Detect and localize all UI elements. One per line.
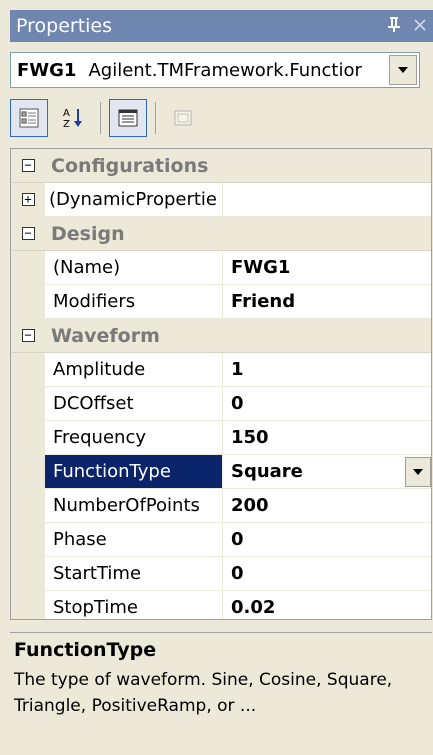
property-row-modifiers[interactable]: Modifiers Friend — [11, 285, 431, 319]
category-waveform[interactable]: − Waveform — [11, 319, 431, 353]
property-value[interactable]: 0 — [223, 557, 431, 590]
property-row-amplitude[interactable]: Amplitude 1 — [11, 353, 431, 387]
property-value-dropdown[interactable]: Square — [223, 455, 431, 488]
alphabetical-icon[interactable]: A Z — [54, 99, 92, 137]
close-icon[interactable] — [407, 16, 433, 37]
property-name: NumberOfPoints — [45, 489, 223, 522]
svg-text:A: A — [63, 108, 70, 119]
property-row-stoptime[interactable]: StopTime 0.02 — [11, 591, 431, 619]
property-name: Phase — [45, 523, 223, 556]
property-name: StopTime — [45, 591, 223, 619]
chevron-down-icon[interactable] — [405, 456, 431, 487]
property-row-starttime[interactable]: StartTime 0 — [11, 557, 431, 591]
property-name: Frequency — [45, 421, 223, 454]
property-value[interactable] — [223, 183, 431, 216]
property-value[interactable]: 0 — [223, 387, 431, 420]
categorized-icon[interactable] — [10, 99, 48, 137]
property-value[interactable]: 0.02 — [223, 591, 431, 619]
title-bar: Properties — [10, 10, 433, 42]
object-type: Agilent.TMFramework.Functior — [88, 59, 362, 81]
property-row-dynamic-properties[interactable]: + (DynamicPropertie — [11, 183, 431, 217]
description-title: FunctionType — [14, 639, 157, 661]
toolbar-separator — [100, 102, 101, 134]
property-name: StartTime — [45, 557, 223, 590]
property-grid: − Configurations + (DynamicPropertie − D… — [10, 148, 432, 620]
property-name: FunctionType — [45, 455, 223, 488]
property-row-phase[interactable]: Phase 0 — [11, 523, 431, 557]
category-label: Configurations — [51, 154, 209, 177]
toolbar-separator — [155, 102, 156, 134]
property-name: Amplitude — [45, 353, 223, 386]
category-design[interactable]: − Design — [11, 217, 431, 251]
properties-icon[interactable] — [109, 99, 147, 137]
object-selector[interactable]: FWG1 Agilent.TMFramework.Functior — [10, 52, 420, 88]
property-name: (Name) — [45, 251, 223, 284]
pin-icon[interactable] — [381, 16, 407, 37]
property-value[interactable]: Friend — [223, 285, 431, 318]
property-name: Modifiers — [45, 285, 223, 318]
property-value[interactable]: FWG1 — [223, 251, 431, 284]
property-value[interactable]: 200 — [223, 489, 431, 522]
description-pane: FunctionType The type of waveform. Sine,… — [10, 632, 432, 742]
property-name: DCOffset — [45, 387, 223, 420]
toolbar: A Z — [10, 96, 420, 140]
expand-icon[interactable]: + — [21, 193, 35, 206]
property-row-numberofpoints[interactable]: NumberOfPoints 200 — [11, 489, 431, 523]
svg-text:Z: Z — [63, 119, 70, 130]
collapse-icon[interactable]: − — [21, 329, 35, 342]
property-pages-icon[interactable] — [164, 99, 202, 137]
object-name: FWG1 — [17, 59, 77, 81]
property-row-frequency[interactable]: Frequency 150 — [11, 421, 431, 455]
category-label: Design — [51, 222, 125, 245]
property-name: (DynamicPropertie — [45, 183, 223, 216]
description-text: The type of waveform. Sine, Cosine, Squa… — [14, 670, 393, 716]
property-row-name[interactable]: (Name) FWG1 — [11, 251, 431, 285]
chevron-down-icon[interactable] — [389, 55, 417, 85]
property-row-dcoffset[interactable]: DCOffset 0 — [11, 387, 431, 421]
property-value[interactable]: 150 — [223, 421, 431, 454]
window-title: Properties — [16, 15, 113, 37]
property-value: Square — [231, 461, 303, 482]
category-label: Waveform — [51, 324, 160, 347]
property-value[interactable]: 1 — [223, 353, 431, 386]
category-configurations[interactable]: − Configurations — [11, 149, 431, 183]
property-value[interactable]: 0 — [223, 523, 431, 556]
collapse-icon[interactable]: − — [21, 159, 35, 172]
property-row-functiontype[interactable]: FunctionType Square — [11, 455, 431, 489]
collapse-icon[interactable]: − — [21, 227, 35, 240]
